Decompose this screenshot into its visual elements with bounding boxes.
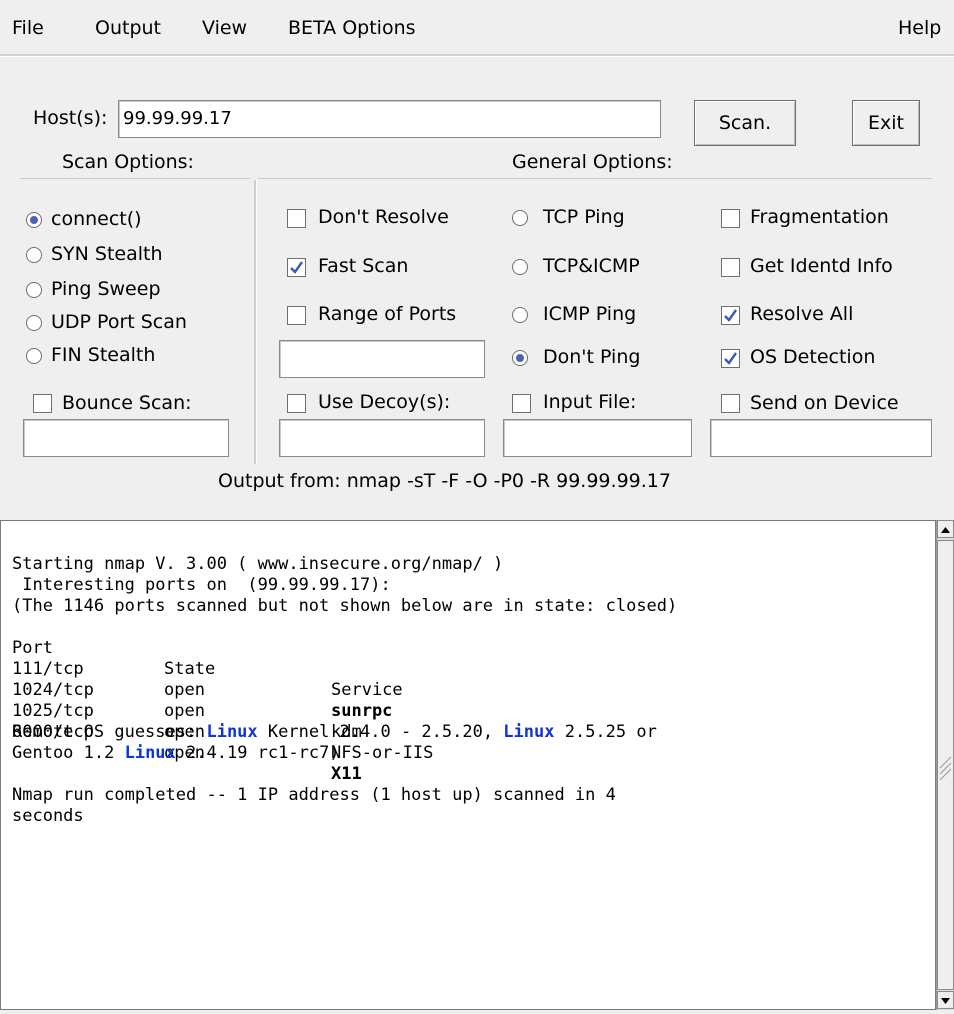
radio-label: FIN Stealth: [51, 344, 156, 366]
os-guess-text: 2.4.19 rc1-rc7): [175, 743, 340, 763]
radio-button[interactable]: [512, 259, 528, 275]
checkbox[interactable]: [721, 306, 740, 325]
checkbox[interactable]: [721, 394, 740, 413]
output-line: seconds: [12, 806, 84, 826]
state-cell: open: [164, 680, 205, 700]
checkbox[interactable]: [287, 209, 306, 228]
output-line: (The 1146 ports scanned but not shown be…: [12, 596, 678, 616]
host-input[interactable]: 99.99.99.17: [118, 100, 661, 138]
service-header: Service: [331, 680, 403, 700]
host-label: Host(s):: [33, 107, 108, 129]
scroll-thumb[interactable]: [937, 540, 954, 990]
grip-icon: [939, 756, 952, 781]
bounce-host-input[interactable]: [23, 419, 229, 457]
menu-beta-options[interactable]: BETA Options: [288, 16, 416, 40]
device-input[interactable]: [710, 419, 932, 457]
radio-button[interactable]: [512, 210, 528, 226]
check-mark-icon: [290, 261, 303, 274]
checkbox-label: OS Detection: [750, 346, 876, 368]
checkbox[interactable]: [512, 394, 531, 413]
scan-options-title: Scan Options:: [62, 151, 194, 173]
checkbox-label: Input File:: [543, 391, 637, 413]
os-guess-text: 2.5.25 or: [554, 722, 657, 742]
arrow-up-icon: [941, 527, 950, 533]
checkbox[interactable]: [33, 394, 52, 413]
state-cell: open: [164, 701, 205, 721]
radio-label: connect(): [51, 208, 142, 230]
checkbox-label: Get Identd Info: [750, 255, 893, 277]
checkbox-label: Fragmentation: [750, 206, 889, 228]
general-options-title: General Options:: [512, 151, 673, 173]
os-linux-keyword: Linux: [124, 743, 176, 763]
checkbox-label: Use Decoy(s):: [318, 391, 451, 413]
checkbox-label: Range of Ports: [318, 303, 457, 325]
arrow-down-icon: [941, 998, 950, 1004]
os-guess-line: Remote OS guesses: Linux Kernel 2.4.0 - …: [12, 722, 657, 743]
decoy-input[interactable]: [279, 419, 485, 457]
radio-label: TCP&ICMP: [543, 255, 640, 277]
checkbox-label: Fast Scan: [318, 255, 409, 277]
scan-options-divider: [20, 178, 250, 179]
output-scrollbar[interactable]: [936, 520, 954, 1010]
menu-file[interactable]: File: [12, 16, 44, 40]
radio-label: TCP Ping: [543, 206, 625, 228]
command-line-label: Output from: nmap -sT -F -O -P0 -R 99.99…: [218, 470, 671, 492]
radio-button[interactable]: [512, 307, 528, 323]
checkbox[interactable]: [287, 306, 306, 325]
radio-button[interactable]: [26, 212, 42, 228]
output-line: Nmap run completed -- 1 IP address (1 ho…: [12, 785, 616, 805]
service-cell: X11: [331, 764, 362, 784]
checkbox[interactable]: [721, 349, 740, 368]
state-header: State: [164, 659, 216, 679]
os-linux-keyword: Linux: [503, 722, 555, 742]
os-linux-keyword: Linux: [206, 722, 258, 742]
scan-button[interactable]: Scan.: [694, 100, 796, 146]
port-range-input[interactable]: [279, 340, 485, 378]
checkbox-label: Bounce Scan:: [62, 392, 192, 414]
radio-button[interactable]: [26, 247, 42, 263]
checkbox[interactable]: [287, 394, 306, 413]
checkbox-label: Don't Resolve: [318, 206, 449, 228]
check-mark-icon: [724, 309, 737, 322]
checkbox[interactable]: [287, 258, 306, 277]
output-line: Interesting ports on (99.99.99.17):: [12, 575, 391, 595]
menu-separator: [0, 54, 954, 57]
options-vertical-divider: [254, 180, 257, 464]
service-cell: NFS-or-IIS: [331, 743, 434, 763]
radio-button[interactable]: [26, 315, 42, 331]
checkbox[interactable]: [721, 258, 740, 277]
general-options-divider: [258, 178, 932, 179]
menu-help[interactable]: Help: [898, 16, 941, 40]
checkbox[interactable]: [721, 209, 740, 228]
os-guess-text: Remote OS guesses:: [12, 722, 207, 742]
radio-label: SYN Stealth: [51, 243, 163, 265]
radio-button[interactable]: [26, 348, 42, 364]
service-cell: sunrpc: [331, 701, 393, 721]
os-guess-text: Gentoo 1.2: [12, 743, 125, 763]
scroll-down-button[interactable]: [937, 991, 954, 1009]
input-file-field[interactable]: [503, 419, 692, 457]
menu-view[interactable]: View: [202, 16, 247, 40]
radio-button[interactable]: [26, 282, 42, 298]
radio-button[interactable]: [512, 350, 528, 366]
menu-bar: File Output View BETA Options Help: [0, 0, 954, 54]
radio-label: UDP Port Scan: [51, 311, 187, 333]
radio-label: Don't Ping: [543, 346, 641, 368]
radio-label: ICMP Ping: [543, 303, 637, 325]
output-line: Starting nmap V. 3.00 ( www.insecure.org…: [12, 554, 504, 574]
scroll-up-button[interactable]: [937, 520, 954, 538]
os-guess-line: Gentoo 1.2 Linux 2.4.19 rc1-rc7): [12, 743, 340, 764]
exit-button[interactable]: Exit: [852, 100, 920, 146]
menu-output[interactable]: Output: [95, 16, 161, 40]
output-text-area[interactable]: Starting nmap V. 3.00 ( www.insecure.org…: [0, 520, 936, 1010]
checkbox-label: Send on Device: [750, 392, 899, 414]
radio-label: Ping Sweep: [51, 278, 161, 300]
check-mark-icon: [724, 352, 737, 365]
os-guess-text: Kernel 2.4.0 - 2.5.20,: [257, 722, 504, 742]
checkbox-label: Resolve All: [750, 303, 854, 325]
